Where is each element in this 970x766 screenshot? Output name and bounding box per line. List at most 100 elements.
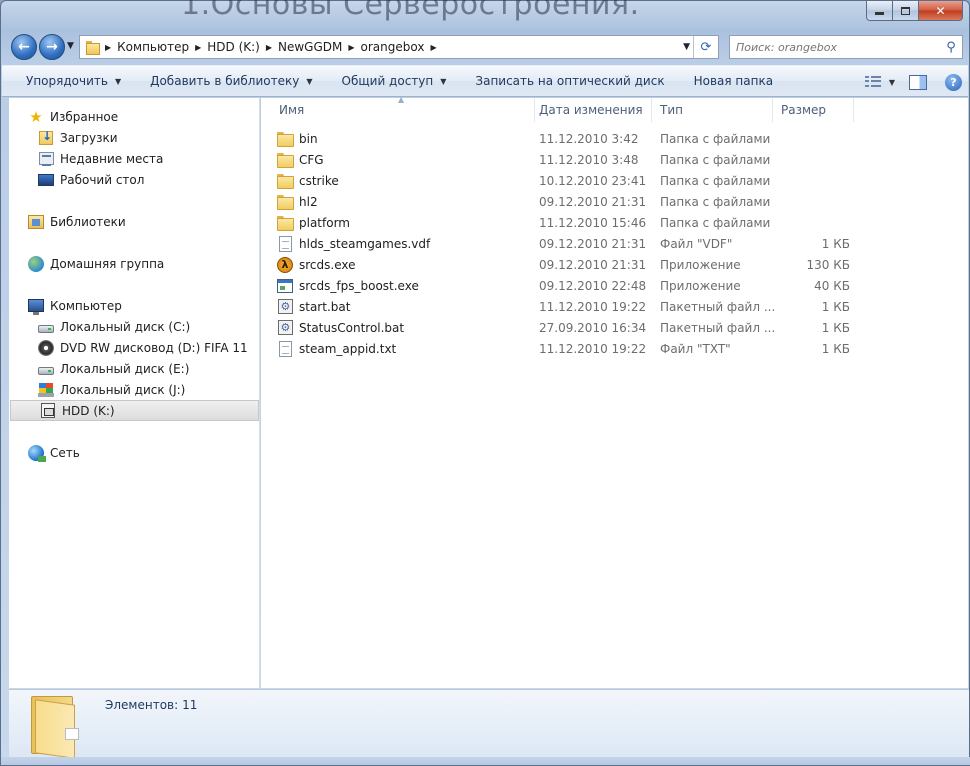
file-name-cell[interactable]: hlds_steamgames.vdf [277, 235, 535, 252]
file-name-cell[interactable]: steam_appid.txt [277, 340, 535, 357]
new-folder-button[interactable]: Новая папка [676, 68, 784, 94]
file-name-cell[interactable]: λ srcds.exe [277, 256, 535, 273]
sidebar-item-homegroup[interactable]: Домашняя группа [9, 253, 164, 274]
breadcrumb-arrow-icon[interactable]: ▶ [266, 43, 272, 52]
item-count: Элементов: 11 [105, 698, 198, 712]
file-date: 27.09.2010 16:34 [539, 320, 647, 335]
breadcrumb-newggdm[interactable]: NewGGDM [278, 36, 342, 58]
chevron-down-icon: ▼ [683, 42, 690, 52]
breadcrumb-arrow-icon[interactable]: ▶ [105, 43, 111, 52]
file-name: start.bat [299, 299, 351, 314]
forward-button[interactable]: → [39, 34, 65, 60]
breadcrumb-computer[interactable]: Компьютер [117, 36, 189, 58]
file-name: srcds_fps_boost.exe [299, 278, 419, 293]
file-date: 10.12.2010 23:41 [539, 173, 647, 188]
sidebar-item-recent-places[interactable]: Недавние места [9, 148, 163, 169]
file-row[interactable]: srcds_fps_boost.exe 09.12.2010 22:48 Прило… [277, 275, 857, 296]
file-row[interactable]: platform 11.12.2010 15:46 Папка с файлами [277, 212, 857, 233]
file-type: Файл "VDF" [660, 236, 733, 251]
column-header-size[interactable]: Размер [773, 98, 854, 122]
file-name-cell[interactable]: StatusControl.bat [277, 320, 535, 336]
breadcrumb-arrow-icon[interactable]: ▶ [348, 43, 354, 52]
file-row[interactable]: hl2 09.12.2010 21:31 Папка с файлами [277, 191, 857, 212]
file-row[interactable]: StatusControl.bat 27.09.2010 16:34 Пакетны… [277, 317, 857, 338]
refresh-button[interactable]: ⟳ [693, 36, 718, 58]
sidebar-item-drive-c[interactable]: Локальный диск (C:) [9, 316, 190, 337]
file-date: 11.12.2010 3:48 [539, 152, 639, 167]
maximize-icon [901, 6, 910, 15]
file-name-cell[interactable]: hl2 [277, 194, 535, 210]
sidebar-item-label: Локальный диск (J:) [60, 382, 186, 397]
sidebar-item-computer[interactable]: Компьютер [9, 295, 122, 316]
file-type: Приложение [660, 257, 741, 272]
dvd-icon [38, 339, 54, 356]
batch-file-icon [277, 320, 293, 335]
file-name-cell[interactable]: CFG [277, 152, 535, 168]
chevron-down-icon[interactable]: ▼ [889, 78, 895, 87]
view-details-icon[interactable] [864, 76, 881, 88]
arrow-right-icon: → [46, 39, 58, 55]
file-name-cell[interactable]: cstrike [277, 173, 535, 189]
maximize-button[interactable] [893, 1, 919, 21]
file-date: 09.12.2010 21:31 [539, 194, 647, 209]
sidebar-item-drive-k[interactable]: HDD (K:) [10, 400, 259, 421]
file-name: platform [299, 215, 350, 230]
minimize-button[interactable] [866, 1, 893, 21]
add-to-library-button[interactable]: Добавить в библиотеку ▼ [132, 68, 323, 94]
breadcrumb-hdd-k[interactable]: HDD (K:) [207, 36, 260, 58]
help-icon[interactable]: ? [945, 73, 962, 91]
window-bottom-border [1, 757, 970, 765]
search-icon[interactable]: ⚲ [940, 40, 962, 55]
share-button[interactable]: Общий доступ ▼ [324, 68, 458, 94]
document-icon [278, 235, 292, 252]
organize-label: Упорядочить [26, 74, 108, 88]
search-input[interactable] [730, 40, 940, 54]
sidebar-item-drive-j[interactable]: Локальный диск (J:) [9, 379, 185, 400]
address-bar[interactable]: ▶ Компьютер ▶ HDD (K:) ▶ NewGGDM ▶ orang… [79, 35, 719, 59]
libraries-icon [28, 214, 44, 229]
file-name-cell[interactable]: start.bat [277, 299, 535, 315]
breadcrumb-arrow-icon[interactable]: ▶ [430, 43, 436, 52]
file-row[interactable]: hlds_steamgames.vdf 09.12.2010 21:31 Файл … [277, 233, 857, 254]
sidebar-item-libraries[interactable]: Библиотеки [9, 211, 126, 232]
file-name: cstrike [299, 173, 339, 188]
file-row[interactable]: bin 11.12.2010 3:42 Папка с файлами [277, 128, 857, 149]
sidebar-item-label: Загрузки [60, 130, 118, 145]
recent-pages-dropdown[interactable]: ▼ [67, 41, 74, 51]
sidebar-item-desktop[interactable]: Рабочий стол [9, 169, 144, 190]
batch-file-icon [277, 299, 293, 314]
folder-icon [277, 174, 294, 189]
back-button[interactable]: ← [11, 34, 37, 60]
preview-pane-icon[interactable] [909, 74, 927, 90]
folder-icon [277, 153, 294, 168]
file-row[interactable]: start.bat 11.12.2010 19:22 Пакетный файл .… [277, 296, 857, 317]
breadcrumb-arrow-icon[interactable]: ▶ [195, 43, 201, 52]
file-row[interactable]: steam_appid.txt 11.12.2010 19:22 Файл "TXT… [277, 338, 857, 359]
file-date: 09.12.2010 22:48 [539, 278, 647, 293]
recent-places-icon [38, 152, 54, 166]
file-row[interactable]: cstrike 10.12.2010 23:41 Папка с файлами [277, 170, 857, 191]
file-name-cell[interactable]: bin [277, 131, 535, 147]
sidebar-item-drive-d[interactable]: DVD RW дисковод (D:) FIFA 11 [9, 337, 248, 358]
sidebar-item-favorites[interactable]: ★ Избранное [9, 106, 118, 127]
sidebar-item-downloads[interactable]: Загрузки [9, 127, 118, 148]
close-button[interactable]: ✕ [919, 1, 963, 21]
sidebar-item-network[interactable]: Сеть [9, 442, 80, 463]
file-name-cell[interactable]: srcds_fps_boost.exe [277, 278, 535, 294]
sidebar-item-drive-e[interactable]: Локальный диск (E:) [9, 358, 189, 379]
column-header-name[interactable]: Имя [271, 98, 535, 122]
address-history-dropdown[interactable]: ▼ [683, 42, 690, 52]
sidebar-item-label: Сеть [50, 445, 80, 460]
organize-button[interactable]: Упорядочить ▼ [2, 68, 132, 94]
file-size: 40 КБ [814, 278, 850, 293]
sidebar-item-label: HDD (K:) [62, 403, 115, 418]
column-header-date[interactable]: Дата изменения [531, 98, 652, 122]
file-name-cell[interactable]: platform [277, 215, 535, 231]
burn-button[interactable]: Записать на оптический диск [457, 68, 675, 94]
column-header-type[interactable]: Тип [652, 98, 773, 122]
breadcrumb-orangebox[interactable]: orangebox [361, 36, 425, 58]
file-row[interactable]: CFG 11.12.2010 3:48 Папка с файлами [277, 149, 857, 170]
file-row[interactable]: λ srcds.exe 09.12.2010 21:31 Приложение 130 … [277, 254, 857, 275]
windows-drive-icon [38, 382, 54, 397]
window-controls: ✕ [866, 1, 963, 21]
